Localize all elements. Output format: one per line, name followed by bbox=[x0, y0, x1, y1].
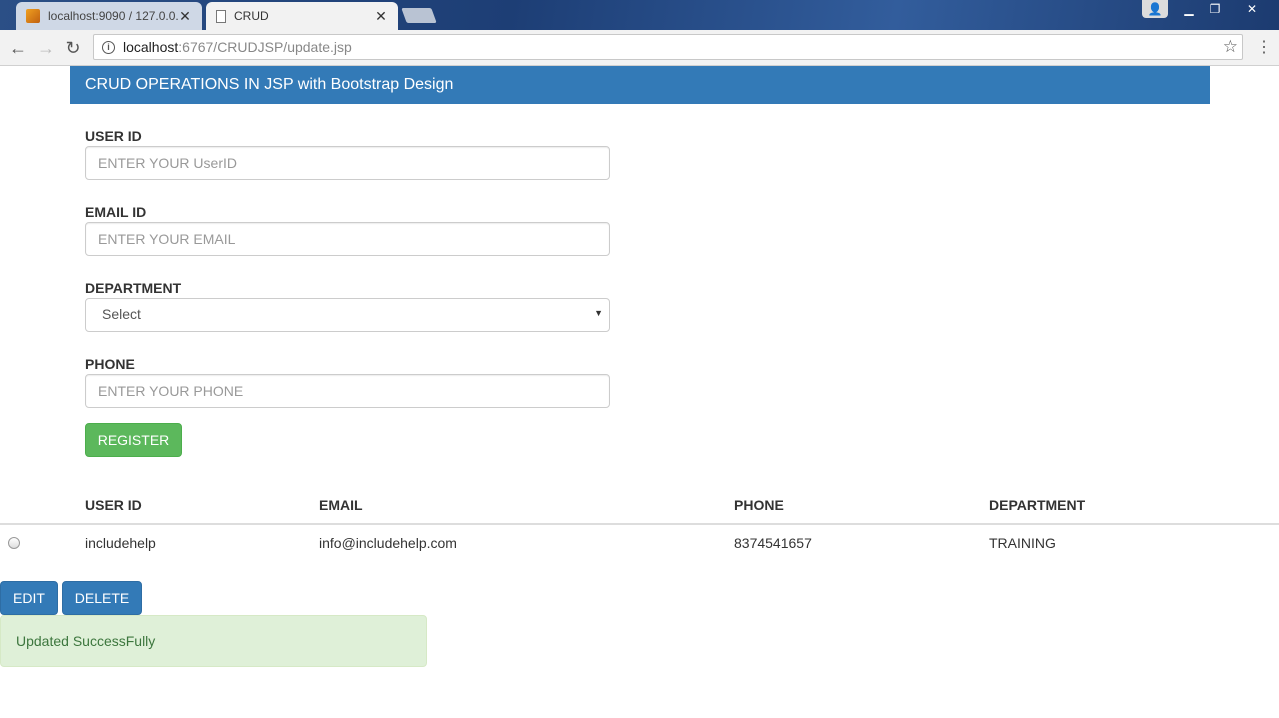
table-header-phone: PHONE bbox=[734, 497, 784, 513]
table-divider bbox=[0, 523, 1279, 525]
back-arrow-icon[interactable]: ← bbox=[8, 38, 28, 58]
browser-titlebar: localhost:9090 / 127.0.0.1 ✕ CRUD ✕ 👤 ▁ … bbox=[0, 0, 1279, 30]
forward-arrow-icon[interactable]: → bbox=[36, 38, 56, 58]
user-icon[interactable]: 👤 bbox=[1142, 0, 1168, 18]
tab-label: CRUD bbox=[234, 9, 269, 23]
menu-icon[interactable]: ⋮ bbox=[1256, 38, 1272, 58]
cell-department: TRAINING bbox=[989, 535, 1056, 551]
phone-input[interactable] bbox=[85, 374, 610, 408]
page-icon bbox=[216, 9, 226, 23]
userid-label: USER ID bbox=[85, 128, 142, 144]
url-host: localhost bbox=[123, 39, 179, 55]
cell-email: info@includehelp.com bbox=[319, 535, 457, 551]
tab-label: localhost:9090 / 127.0.0.1 bbox=[48, 9, 178, 23]
url-path: :6767/CRUDJSP/update.jsp bbox=[178, 39, 352, 55]
email-input[interactable] bbox=[85, 222, 610, 256]
row-select-radio[interactable] bbox=[8, 537, 20, 549]
cell-phone: 8374541657 bbox=[734, 535, 812, 551]
chevron-down-icon: ▼ bbox=[594, 308, 603, 318]
table-header-department: DEPARTMENT bbox=[989, 497, 1086, 513]
phone-label: PHONE bbox=[85, 356, 135, 372]
close-window-icon[interactable]: ✕ bbox=[1230, 0, 1274, 18]
delete-button[interactable]: DELETE bbox=[62, 581, 142, 615]
edit-button[interactable]: EDIT bbox=[0, 581, 58, 615]
minimize-icon[interactable]: ▁ bbox=[1176, 0, 1202, 18]
reload-icon[interactable]: ↻ bbox=[63, 38, 83, 58]
userid-input[interactable] bbox=[85, 146, 610, 180]
email-label: EMAIL ID bbox=[85, 204, 147, 220]
close-icon[interactable]: ✕ bbox=[374, 8, 388, 25]
table-header-userid: USER ID bbox=[85, 497, 142, 513]
table-header-email: EMAIL bbox=[319, 497, 363, 513]
bookmark-star-icon[interactable]: ☆ bbox=[1223, 37, 1238, 57]
department-select[interactable]: Select ▼ bbox=[85, 298, 610, 332]
browser-tab-phpmyadmin[interactable]: localhost:9090 / 127.0.0.1 ✕ bbox=[16, 2, 202, 30]
page-title: CRUD OPERATIONS IN JSP with Bootstrap De… bbox=[70, 66, 1210, 104]
success-alert: Updated SuccessFully bbox=[0, 615, 427, 667]
browser-tab-crud[interactable]: CRUD ✕ bbox=[206, 2, 398, 30]
register-button[interactable]: REGISTER bbox=[85, 423, 182, 457]
cell-userid: includehelp bbox=[85, 535, 156, 551]
department-selected-value: Select bbox=[102, 306, 141, 322]
restore-icon[interactable]: ❐ bbox=[1204, 0, 1226, 18]
pma-icon bbox=[26, 9, 40, 23]
department-label: DEPARTMENT bbox=[85, 280, 182, 296]
browser-toolbar: ← → ↻ i localhost:6767/CRUDJSP/update.js… bbox=[0, 30, 1279, 66]
address-bar[interactable]: i localhost:6767/CRUDJSP/update.jsp ☆ bbox=[93, 34, 1243, 60]
info-icon[interactable]: i bbox=[102, 40, 115, 54]
new-tab-button[interactable] bbox=[401, 8, 437, 23]
close-icon[interactable]: ✕ bbox=[178, 8, 192, 25]
